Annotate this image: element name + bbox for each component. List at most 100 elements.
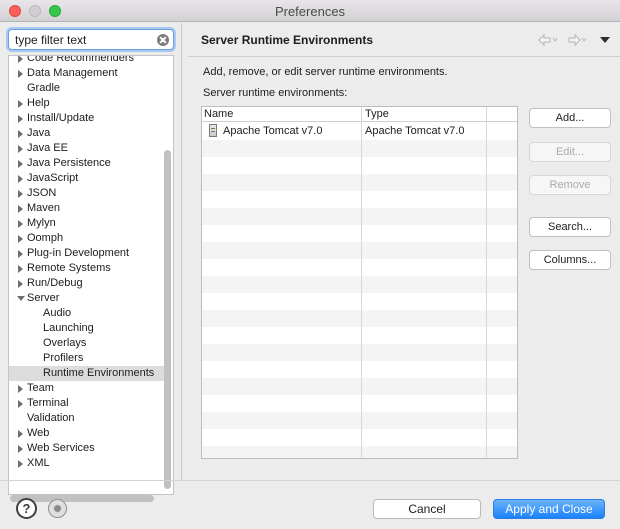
table-stripe [202,412,517,429]
view-menu-icon[interactable] [600,34,610,46]
window-title: Preferences [274,4,346,19]
tree-item[interactable]: Audio [9,306,165,321]
tree-item[interactable]: Validation [9,411,165,426]
expanded-arrow-icon[interactable] [17,296,25,301]
tree-item[interactable]: Data Management [9,66,165,81]
runtime-type-cell: Apache Tomcat v7.0 [365,125,465,137]
tree-item-label: Audio [43,307,72,319]
tree-item-label: Overlays [43,337,87,349]
import-export-icon[interactable] [48,499,67,518]
tree-item[interactable]: Plug-in Development [9,246,165,261]
tree-item-label: Plug-in Development [27,247,130,259]
collapsed-arrow-icon[interactable] [18,100,23,108]
table-stripe [202,157,517,174]
cancel-button[interactable]: Cancel [373,499,481,519]
clear-filter-icon[interactable] [157,34,169,46]
table-stripe [202,327,517,344]
tree-item[interactable]: Web Services [9,441,165,456]
tree-item-label: Code Recommenders [27,55,134,64]
collapsed-arrow-icon[interactable] [18,70,23,78]
title-bar[interactable]: Preferences [0,0,620,22]
collapsed-arrow-icon[interactable] [18,130,23,138]
tree-vertical-scrollbar[interactable] [164,150,171,489]
page-title: Server Runtime Environments [201,33,374,47]
tree-item[interactable]: Maven [9,201,165,216]
tree-item-label: JavaScript [27,172,79,184]
collapsed-arrow-icon[interactable] [18,460,23,468]
apply-and-close-button[interactable]: Apply and Close [493,499,605,519]
table-stripe [202,208,517,225]
tree-item[interactable]: Java EE [9,141,165,156]
tree-item[interactable]: Launching [9,321,165,336]
tree-item[interactable]: Java Persistence [9,156,165,171]
table-stripe [202,242,517,259]
search-button[interactable]: Search... [529,217,611,237]
filter-field[interactable] [8,29,174,50]
tree-item-label: Data Management [27,67,118,79]
collapsed-arrow-icon[interactable] [18,220,23,228]
columns-button[interactable]: Columns... [529,250,611,270]
collapsed-arrow-icon[interactable] [18,280,23,288]
tree-item[interactable]: Mylyn [9,216,165,231]
collapsed-arrow-icon[interactable] [18,235,23,243]
server-icon [209,124,217,137]
collapsed-arrow-icon[interactable] [18,175,23,183]
table-stripe [202,378,517,395]
tree-item[interactable]: Terminal [9,396,165,411]
remove-button[interactable]: Remove [529,175,611,195]
collapsed-arrow-icon[interactable] [18,430,23,438]
tree-item-label: Validation [27,412,75,424]
tree-item[interactable]: Overlays [9,336,165,351]
tree-item[interactable]: Run/Debug [9,276,165,291]
runtime-environments-table[interactable]: Name Type Apache Tomcat v7.0 Apache Tomc… [201,106,518,459]
tree-item[interactable]: Team [9,381,165,396]
preference-page: Server Runtime Environments Add, remove,… [182,23,620,480]
footer-divider [0,480,620,481]
tree-items: Code Recommenders Data Management Gradle He… [9,55,165,471]
tree-item[interactable]: XML [9,456,165,471]
preference-tree[interactable]: Code Recommenders Data Management Gradle He… [8,55,174,495]
collapsed-arrow-icon[interactable] [18,445,23,453]
tree-item-label: Web [27,427,50,439]
tree-item[interactable]: JavaScript [9,171,165,186]
edit-button[interactable]: Edit... [529,142,611,162]
tree-item-label: Oomph [27,232,64,244]
tree-item[interactable]: Install/Update [9,111,165,126]
collapsed-arrow-icon[interactable] [18,190,23,198]
tree-item[interactable]: Help [9,96,165,111]
tree-item-label: Mylyn [27,217,56,229]
collapsed-arrow-icon[interactable] [18,145,23,153]
filter-input[interactable] [15,32,155,47]
tree-item[interactable]: Oomph [9,231,165,246]
table-row[interactable]: Apache Tomcat v7.0 Apache Tomcat v7.0 [202,123,517,140]
collapsed-arrow-icon[interactable] [18,250,23,258]
help-icon[interactable]: ? [16,498,37,519]
tree-item-label: Server [27,292,60,304]
table-stripe [202,395,517,412]
column-header-name[interactable]: Name [204,108,233,120]
tree-item[interactable]: Gradle [9,81,165,96]
add-button[interactable]: Add... [529,108,611,128]
forward-arrow-icon[interactable] [568,34,588,46]
tree-item[interactable]: Server [9,291,165,306]
collapsed-arrow-icon[interactable] [18,400,23,408]
collapsed-arrow-icon[interactable] [18,205,23,213]
collapsed-arrow-icon[interactable] [18,56,23,63]
collapsed-arrow-icon[interactable] [18,385,23,393]
collapsed-arrow-icon[interactable] [18,115,23,123]
tree-item[interactable]: Profilers [9,351,165,366]
collapsed-arrow-icon[interactable] [18,265,23,273]
tree-item[interactable]: Web [9,426,165,441]
tree-item[interactable]: JSON [9,186,165,201]
table-stripe [202,446,517,458]
tree-item[interactable]: Runtime Environments [9,366,165,381]
column-header-type[interactable]: Type [365,108,389,120]
header-divider [188,56,620,57]
table-stripe [202,310,517,327]
back-arrow-icon[interactable] [538,34,558,46]
tree-item-label: Launching [43,322,94,334]
tree-item[interactable]: Java [9,126,165,141]
tree-item[interactable]: Remote Systems [9,261,165,276]
collapsed-arrow-icon[interactable] [18,160,23,168]
tree-item[interactable]: Code Recommenders [9,55,165,66]
